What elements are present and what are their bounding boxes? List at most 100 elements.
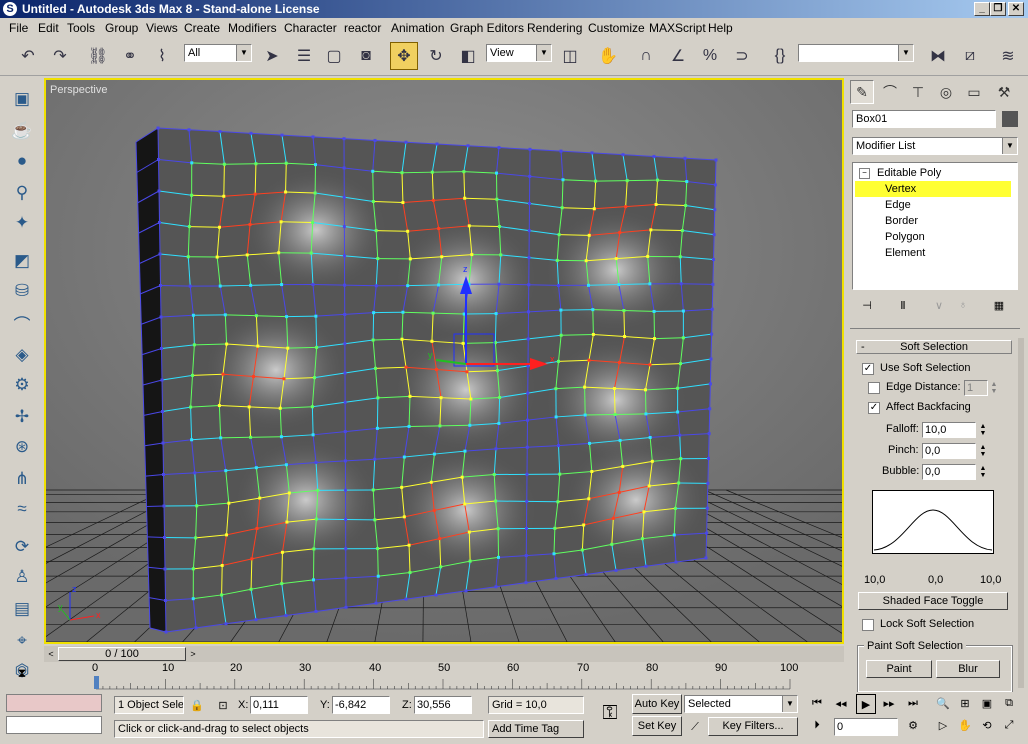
create-bone-icon[interactable]: ✦	[8, 210, 36, 236]
modifier-list-dropdown[interactable]: Modifier List ▼	[852, 137, 1018, 155]
affect-backfacing-checkbox[interactable]: ✓	[868, 402, 880, 414]
select-object-icon[interactable]: ➤	[258, 42, 286, 70]
key-filters-button[interactable]: Key Filters...	[708, 717, 798, 736]
maxscript-input-mini[interactable]	[6, 716, 102, 734]
configure-modifier-sets-icon[interactable]: ▦	[990, 296, 1008, 314]
current-frame-field[interactable]: 0	[834, 718, 898, 736]
gear-icon[interactable]: ⚙	[8, 372, 36, 398]
lock-soft-selection-checkbox[interactable]	[862, 619, 874, 631]
cloth-icon[interactable]: ▤	[8, 596, 36, 622]
reference-coordinate-dropdown[interactable]: View ▼	[486, 44, 552, 62]
menu-character[interactable]: Character	[284, 21, 337, 35]
modifier-stack[interactable]: − Editable Poly Vertex Edge Border Polyg…	[852, 162, 1018, 290]
slider-left-arrow-icon[interactable]: <	[44, 646, 58, 662]
snaps-toggle-icon[interactable]: ∩	[632, 42, 660, 70]
time-configuration-icon[interactable]: ⚙	[904, 716, 922, 734]
pan-icon[interactable]: ✋	[956, 716, 974, 734]
undo-icon[interactable]: ↶	[14, 42, 42, 70]
auto-key-button[interactable]: Auto Key	[632, 694, 682, 714]
hierarchy-tab-icon[interactable]: ⊤	[906, 80, 930, 104]
z-coordinate-field[interactable]: 30,556	[414, 696, 472, 714]
previous-frame-icon[interactable]: ◂◂	[832, 694, 850, 712]
pin-stack-icon[interactable]: ⊣	[858, 296, 876, 314]
stack-item-polygon[interactable]: Polygon	[855, 229, 1011, 245]
menu-file[interactable]: File	[9, 21, 28, 35]
viewport-canvas[interactable]: z x y z x y	[46, 80, 842, 642]
edge-distance-checkbox[interactable]	[868, 382, 880, 394]
key-mode-toggle-icon[interactable]: ⏵	[808, 716, 826, 734]
x-coordinate-field[interactable]: 0,111	[250, 696, 308, 714]
pinch-spinner[interactable]: 0,0	[922, 443, 976, 459]
stack-item-vertex[interactable]: Vertex	[855, 181, 1011, 197]
particle-icon[interactable]: ✢	[8, 404, 36, 430]
field-of-view-icon[interactable]: ▷	[934, 716, 952, 734]
lock-selection-icon[interactable]: 🔒	[188, 696, 206, 714]
absolute-mode-icon[interactable]: ⊡	[214, 696, 232, 714]
select-and-manipulate-icon[interactable]: ✋	[594, 42, 622, 70]
key-icon[interactable]: ⚿	[590, 702, 630, 732]
menu-rendering[interactable]: Rendering	[527, 21, 582, 35]
selection-filter-dropdown[interactable]: All ▼	[184, 44, 252, 62]
align-icon[interactable]: ⧄	[956, 42, 984, 70]
shaded-face-toggle-button[interactable]: Shaded Face Toggle	[858, 592, 1008, 610]
display-tab-icon[interactable]: ▭	[962, 80, 986, 104]
modify-tab-icon[interactable]: ⌒	[878, 80, 902, 104]
unlink-icon[interactable]: ⚭	[116, 42, 144, 70]
make-unique-icon[interactable]: ∨	[930, 296, 948, 314]
create-teapot-icon[interactable]: ☕	[8, 118, 36, 144]
bubble-spinner[interactable]: 0,0	[922, 464, 976, 480]
minimize-button[interactable]: _	[974, 2, 990, 16]
spinner-arrows-icon[interactable]: ▲ ▼	[989, 381, 999, 395]
falloff-spinner[interactable]: 10,0	[922, 422, 976, 438]
rectangular-selection-icon[interactable]: ▢	[320, 42, 348, 70]
select-and-scale-icon[interactable]: ◧	[454, 42, 482, 70]
menu-customize[interactable]: Customize	[588, 21, 645, 35]
track-bar[interactable]: ⧗ 0 10 20 30 40 50 60 70 80 90 100	[18, 662, 844, 690]
panel-scrollbar[interactable]	[1018, 338, 1024, 688]
redo-icon[interactable]: ↷	[46, 42, 74, 70]
select-and-move-icon[interactable]: ✥	[390, 42, 418, 70]
default-tangent-icon[interactable]: ⟋	[686, 718, 704, 736]
create-tab-icon[interactable]: ✎	[850, 80, 874, 104]
menu-graph-editors[interactable]: Graph Editors	[450, 21, 524, 35]
angle-snap-icon[interactable]: ∠	[664, 42, 692, 70]
zoom-extents-all-icon[interactable]: ⧉	[1000, 694, 1018, 712]
slider-right-arrow-icon[interactable]: >	[186, 646, 200, 662]
maximize-button[interactable]: ❐	[990, 2, 1006, 16]
collapse-icon[interactable]: −	[859, 168, 870, 179]
select-and-rotate-icon[interactable]: ↻	[422, 42, 450, 70]
menu-animation[interactable]: Animation	[391, 21, 444, 35]
menu-create[interactable]: Create	[184, 21, 220, 35]
menu-maxscript[interactable]: MAXScript	[649, 21, 706, 35]
spinner-arrows-icon[interactable]: ▲ ▼	[978, 465, 988, 479]
object-color-swatch[interactable]	[1002, 111, 1018, 127]
object-name-field[interactable]: Box01	[852, 110, 996, 128]
stack-item-border[interactable]: Border	[855, 213, 1011, 229]
stack-item-edge[interactable]: Edge	[855, 197, 1011, 213]
camera-icon[interactable]: ⌖	[8, 628, 36, 654]
add-time-tag-button[interactable]: Add Time Tag	[488, 720, 584, 738]
time-slider[interactable]: < 0 / 100 >	[44, 646, 844, 662]
create-cylinder-icon[interactable]: ⛁	[8, 278, 36, 304]
play-icon[interactable]: ▶	[856, 694, 876, 714]
spinner-arrows-icon[interactable]: ▲ ▼	[978, 444, 988, 458]
next-frame-icon[interactable]: ▸▸	[880, 694, 898, 712]
mirror-icon[interactable]: ⧓	[924, 42, 952, 70]
hair-icon[interactable]: ⋔	[8, 466, 36, 492]
key-mode-dropdown[interactable]: Selected ▼	[684, 695, 798, 713]
layer-manager-icon[interactable]: ≋	[994, 42, 1022, 70]
paint-button[interactable]: Paint	[866, 660, 932, 678]
stack-item-editable-poly[interactable]: − Editable Poly	[855, 165, 1011, 181]
wave-icon[interactable]: ≈	[8, 496, 36, 522]
compound-object-icon[interactable]: ◩	[8, 248, 36, 274]
menu-group[interactable]: Group	[105, 21, 138, 35]
select-by-name-icon[interactable]: ☰	[290, 42, 318, 70]
edge-distance-spinner[interactable]: 1	[964, 380, 988, 396]
menu-reactor[interactable]: reactor	[344, 21, 381, 35]
stack-item-element[interactable]: Element	[855, 245, 1011, 261]
menu-help[interactable]: Help	[708, 21, 733, 35]
maximize-viewport-icon[interactable]: ⤢	[1000, 716, 1018, 734]
spinner-arrows-icon[interactable]: ▲ ▼	[978, 423, 988, 437]
spinner-snap-icon[interactable]: ⊃	[728, 42, 756, 70]
create-light-icon[interactable]: ⚲	[8, 180, 36, 206]
